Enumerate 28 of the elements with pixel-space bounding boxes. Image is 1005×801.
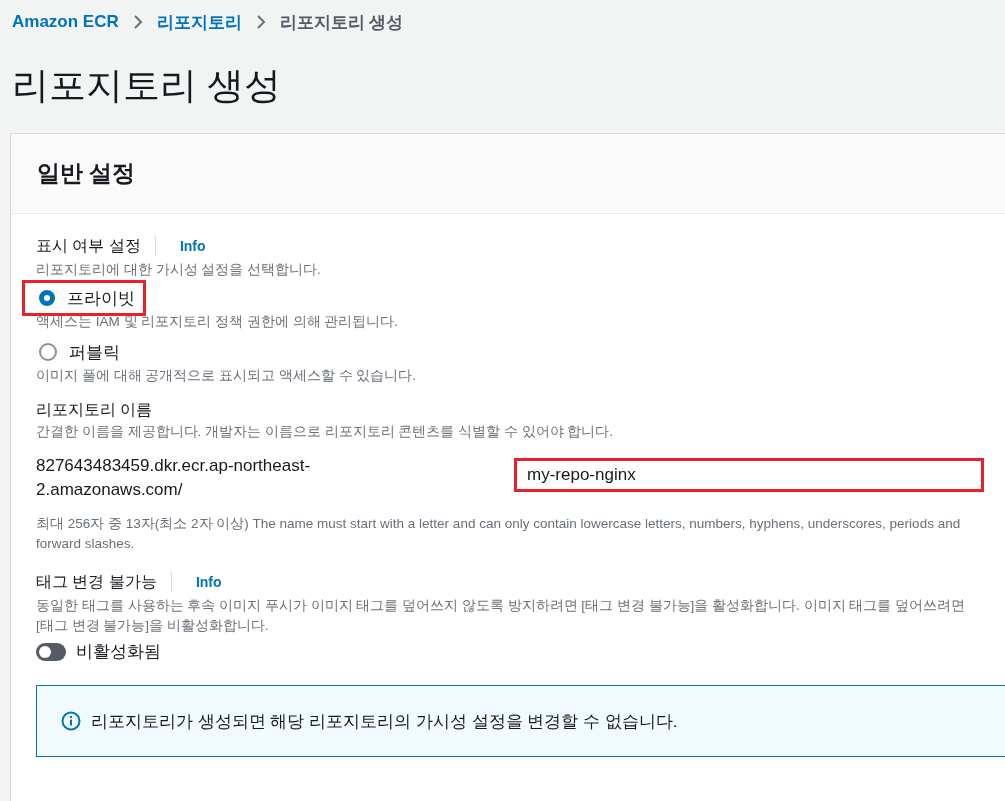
toggle-switch[interactable] (36, 642, 66, 661)
panel-title: 일반 설정 (37, 159, 136, 188)
radio-button[interactable] (39, 290, 55, 306)
field-label: 표시 여부 설정 (36, 235, 141, 256)
field-description: 간결한 이름을 제공합니다. 개발자는 이름으로 리포지토리 콘텐츠를 식별할 수 있어야 합니다. (36, 423, 614, 441)
breadcrumb-link[interactable]: 리포지토리 (156, 10, 242, 34)
info-link[interactable]: Info (179, 238, 206, 254)
option-description: 이미지 풀에 대해 공개적으로 표시되고 액세스할 수 있습니다. (36, 367, 417, 385)
field-label: 리포지토리 이름 (36, 399, 153, 420)
page-title: 리포지토리 생성 (12, 64, 283, 108)
alert-text: 리포지토리가 생성되면 해당 리포지토리의 가시성 설정을 변경할 수 없습니다. (91, 710, 678, 733)
radio-label: 프라이빗 (67, 287, 135, 310)
field-description: 동일한 태그를 사용하는 후속 이미지 푸시가 이미지 태그를 덮어쓰지 않도록 방지하려면 [태그 변경 불가능]을 활성화합니다. 이미지 태그를 덮어쓰려면 [태그 변경 불가능]을 비활성화합니다. (36, 597, 966, 635)
field-description: 리포지토리에 대한 가시성 설정을 선택합니다. (36, 261, 322, 279)
constraint-text: 최대 256자 중 13자(최소 2자 이상) The name must start with a letter and can only contain lowercase letters, numbers, hyphens, underscores, periods and forward slashes. (36, 515, 962, 553)
option-description: 액세스는 IAM 및 리포지토리 정책 권한에 의해 관리됩니다. (36, 313, 399, 331)
breadcrumb-current: 리포지토리 생성 (279, 11, 404, 34)
field-label: 태그 변경 불가능 (36, 571, 157, 592)
info-link[interactable]: Info (195, 574, 222, 590)
info-icon (61, 711, 81, 731)
radio-label: 퍼블릭 (69, 341, 120, 364)
chevron-icon (132, 14, 143, 30)
breadcrumb-link[interactable]: Amazon ECR (12, 12, 119, 32)
toggle-label: 비활성화됨 (76, 641, 161, 663)
radio-button[interactable] (39, 343, 57, 361)
repository-prefix: 827643483459.dkr.ecr.ap-northeast-2.amazonaws.com/ (36, 455, 312, 501)
name-input[interactable]: my-repo-nginx (514, 458, 984, 492)
chevron-icon (255, 14, 266, 30)
